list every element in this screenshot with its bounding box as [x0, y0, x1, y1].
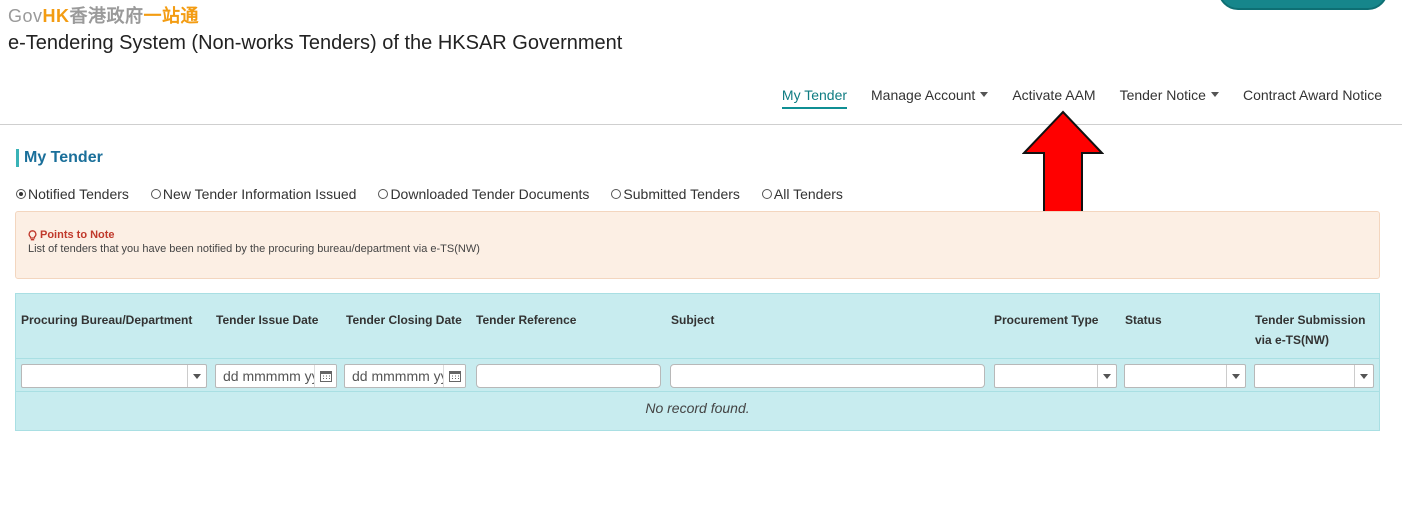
dropdown-arrow-icon[interactable] — [1354, 365, 1373, 387]
filter-row: dd mmmmm yy dd mmmmm yy — [16, 358, 1379, 392]
radio-submitted-tenders[interactable]: Submitted Tenders — [611, 186, 740, 202]
col-header-tender-reference[interactable]: Tender Reference — [476, 310, 576, 330]
radio-icon — [378, 189, 389, 199]
caret-down-icon — [1210, 92, 1219, 97]
nav-contract-award-notice[interactable]: Contract Award Notice — [1243, 87, 1382, 103]
calendar-icon[interactable] — [314, 365, 336, 387]
radio-selected-icon — [16, 189, 26, 199]
col-header-subject[interactable]: Subject — [671, 310, 714, 330]
header-divider — [0, 124, 1402, 125]
filter-tender-reference-input[interactable] — [476, 364, 661, 388]
filter-bureau-select[interactable] — [21, 364, 207, 388]
page-title: My Tender — [16, 149, 103, 167]
lightbulb-icon — [28, 229, 37, 240]
nav-my-tender[interactable]: My Tender — [781, 87, 848, 109]
points-to-note-box: Points to Note List of tenders that you … — [15, 211, 1380, 279]
nav-activate-aam[interactable]: Activate AAM — [1012, 87, 1095, 103]
nav-tender-notice[interactable]: Tender Notice — [1120, 87, 1219, 103]
col-header-closing-date[interactable]: Tender Closing Date — [346, 310, 462, 330]
govhk-logo[interactable]: GovHK香港政府一站通 — [8, 2, 199, 28]
radio-icon — [150, 189, 161, 199]
note-heading: Points to Note — [28, 229, 1367, 241]
calendar-icon[interactable] — [443, 365, 465, 387]
radio-icon — [611, 189, 622, 199]
dropdown-arrow-icon[interactable] — [187, 365, 206, 387]
caret-down-icon — [980, 92, 989, 97]
nav-manage-account[interactable]: Manage Account — [871, 87, 989, 103]
filter-procurement-type-select[interactable] — [994, 364, 1117, 388]
radio-icon — [761, 189, 772, 199]
top-corner-tab[interactable] — [1218, 0, 1388, 10]
dropdown-arrow-icon[interactable] — [1097, 365, 1116, 387]
col-header-procurement-type[interactable]: Procurement Type — [994, 310, 1098, 330]
radio-new-tender-info[interactable]: New Tender Information Issued — [150, 186, 356, 202]
col-header-issue-date[interactable]: Tender Issue Date — [216, 310, 318, 330]
filter-issue-date[interactable]: dd mmmmm yy — [215, 364, 337, 388]
col-header-submission[interactable]: Tender Submission via e-TS(NW) — [1255, 310, 1367, 350]
filter-status-select[interactable] — [1124, 364, 1246, 388]
radio-notified-tenders[interactable]: Notified Tenders — [16, 186, 129, 202]
tender-filter-radios: Notified Tenders New Tender Information … — [16, 186, 843, 202]
filter-submission-select[interactable] — [1254, 364, 1374, 388]
top-navigation: My Tender Manage Account Activate AAM Te… — [781, 87, 1382, 109]
note-text: List of tenders that you have been notif… — [28, 243, 480, 255]
empty-table-message: No record found. — [645, 400, 750, 416]
tender-table: Procuring Bureau/Department Tender Issue… — [15, 293, 1380, 431]
filter-subject-input[interactable] — [670, 364, 985, 388]
col-header-status[interactable]: Status — [1125, 310, 1162, 330]
filter-closing-date[interactable]: dd mmmmm yy — [344, 364, 466, 388]
radio-all-tenders[interactable]: All Tenders — [761, 186, 843, 202]
col-header-procuring-bureau[interactable]: Procuring Bureau/Department — [21, 310, 192, 330]
system-title: e-Tendering System (Non-works Tenders) o… — [8, 32, 623, 54]
note-title: Points to Note — [40, 229, 115, 241]
dropdown-arrow-icon[interactable] — [1226, 365, 1245, 387]
radio-downloaded-docs[interactable]: Downloaded Tender Documents — [378, 186, 589, 202]
